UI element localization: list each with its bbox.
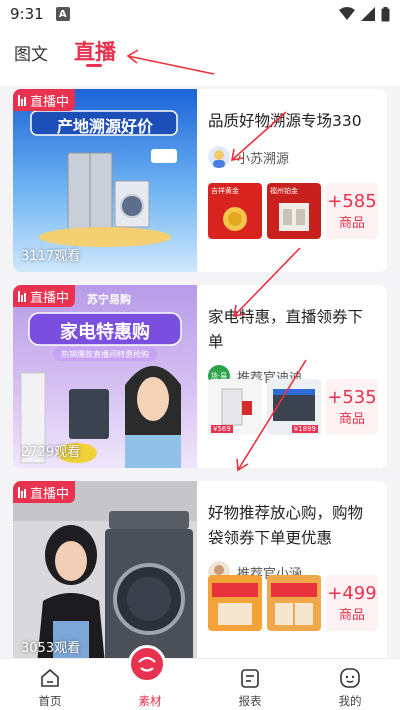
live-card-3[interactable]: 直播中 3053观看 好物推荐放心购，购物袋领券下单更优惠 推荐官小涵 +499… xyxy=(13,481,387,664)
author-row[interactable]: 小苏溯源 xyxy=(208,146,289,168)
nav-label: 我的 xyxy=(338,694,362,708)
live-bars-icon xyxy=(18,486,26,498)
nav-profile[interactable]: 我的 xyxy=(320,659,380,710)
live-bars-icon xyxy=(18,290,26,302)
tab-live[interactable]: 直播 xyxy=(74,36,116,66)
live-title: 家电特惠，直播领券下单 xyxy=(208,308,364,351)
product-thumb[interactable]: 吉祥黄金 xyxy=(208,183,262,239)
live-title: 品质好物溯源专场330 xyxy=(208,112,362,130)
more-products-button[interactable]: +585 商品 xyxy=(326,183,378,239)
banner-headline: 家电特惠购 xyxy=(60,322,150,343)
avatar xyxy=(208,146,230,168)
report-icon xyxy=(241,669,259,688)
product-thumbs: 吉祥黄金 福州铂金 xyxy=(208,183,321,239)
material-icon xyxy=(128,645,166,683)
product-thumb[interactable]: ¥569 xyxy=(208,379,262,435)
nav-label: 首页 xyxy=(38,694,62,708)
product-thumbs xyxy=(208,575,321,631)
more-products-button[interactable]: +499 商品 xyxy=(326,575,378,631)
live-thumbnail-1[interactable]: 产地溯源好价 直播中 3117观看 xyxy=(13,89,197,272)
banner-subtext: 热销爆款直播间特惠抢购 xyxy=(61,350,149,359)
bottom-nav: 首页 素材 报表 我的 xyxy=(0,645,400,710)
status-icons xyxy=(339,6,390,22)
more-products-unit: 商品 xyxy=(338,215,365,231)
more-products-count: +499 xyxy=(327,582,377,604)
signal-icon xyxy=(361,7,375,21)
product-thumbs: ¥569 ¥1899 xyxy=(208,379,321,435)
active-tab-indicator xyxy=(86,64,102,67)
more-products-unit: 商品 xyxy=(338,411,365,427)
live-badge-label: 直播中 xyxy=(30,94,70,110)
status-bar: 9:31 A xyxy=(0,0,400,28)
more-products-button[interactable]: +535 商品 xyxy=(326,379,378,435)
view-count: 3117观看 xyxy=(21,249,81,264)
live-title: 好物推荐放心购，购物袋领券下单更优惠 xyxy=(208,504,364,547)
view-count: 2729观看 xyxy=(21,445,81,460)
live-badge-label: 直播中 xyxy=(30,290,70,306)
product-thumb[interactable]: 福州铂金 xyxy=(267,183,321,239)
product-thumb[interactable] xyxy=(208,575,262,631)
home-icon xyxy=(41,669,59,687)
profile-icon xyxy=(340,668,360,688)
more-products-count: +585 xyxy=(327,190,377,212)
product-thumb[interactable] xyxy=(267,575,321,631)
live-badge-label: 直播中 xyxy=(30,486,70,502)
nav-material[interactable]: 素材 xyxy=(120,645,180,710)
live-thumbnail-2[interactable]: 苏宁易购 家电特惠购 热销爆款直播间特惠抢购 直播中 2729观看 xyxy=(13,285,197,468)
tab-graphic[interactable]: 图文 xyxy=(14,40,48,65)
view-count: 3053观看 xyxy=(21,641,81,656)
more-products-unit: 商品 xyxy=(338,607,365,623)
product-thumb[interactable]: ¥1899 xyxy=(267,379,321,435)
content-tabs xyxy=(0,28,400,86)
live-badge: 直播中 xyxy=(13,481,76,503)
live-badge: 直播中 xyxy=(13,89,76,111)
live-badge: 直播中 xyxy=(13,285,76,307)
live-card-1[interactable]: 产地溯源好价 直播中 3117观看 品质好物溯源专场330 小苏溯源 吉祥黄金 … xyxy=(13,89,387,272)
battery-icon xyxy=(381,6,390,21)
status-time: 9:31 xyxy=(10,5,44,23)
nav-label: 报表 xyxy=(238,694,262,708)
brand-text: 苏宁易购 xyxy=(87,293,131,306)
live-thumbnail-3[interactable]: 直播中 3053观看 xyxy=(13,481,197,664)
nav-report[interactable]: 报表 xyxy=(220,659,280,710)
live-card-2[interactable]: 苏宁易购 家电特惠购 热销爆款直播间特惠抢购 直播中 2729观看 家电特惠，直… xyxy=(13,285,387,468)
notification-a-icon: A xyxy=(55,7,70,21)
wifi-icon xyxy=(339,7,355,20)
live-bars-icon xyxy=(18,94,26,106)
banner-headline: 产地溯源好价 xyxy=(56,117,153,136)
more-products-count: +535 xyxy=(327,386,377,408)
nav-label: 素材 xyxy=(138,694,162,708)
nav-home[interactable]: 首页 xyxy=(20,659,80,710)
author-name: 小苏溯源 xyxy=(237,151,290,167)
